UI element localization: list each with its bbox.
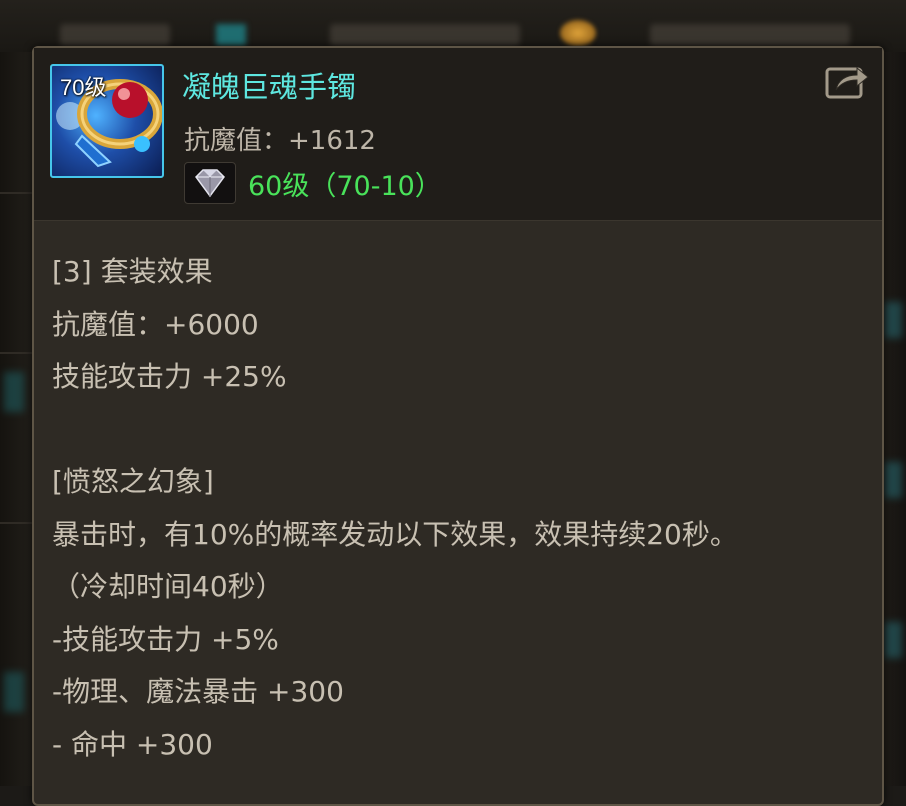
background-currency-blur bbox=[330, 24, 520, 46]
diamond-gem-icon bbox=[184, 162, 236, 204]
set-effect-line: 技能攻击力 +25% bbox=[52, 360, 287, 393]
background-accent bbox=[884, 302, 902, 338]
item-stat: 抗魔值：+1612 bbox=[184, 126, 376, 156]
share-icon[interactable] bbox=[824, 62, 870, 102]
background-divider bbox=[0, 192, 34, 194]
item-name: 凝魄巨魂手镯 bbox=[182, 70, 357, 104]
bracelet-icon[interactable]: 70级 bbox=[50, 64, 164, 178]
skill-line: - 命中 +300 bbox=[52, 727, 213, 761]
skill-line: -技能攻击力 +5% bbox=[52, 622, 279, 656]
background-currency-blur bbox=[60, 24, 170, 46]
background-accent bbox=[4, 372, 24, 412]
background-gold-icon bbox=[560, 20, 596, 46]
tooltip-header: 70级 凝魄巨魂手镯 抗魔值：+1612 60级（70-10） bbox=[34, 48, 882, 221]
set-effect-line: 抗魔值：+6000 bbox=[52, 307, 259, 341]
gem-level: 60级（70-10） bbox=[248, 171, 442, 202]
item-tooltip: 70级 凝魄巨魂手镯 抗魔值：+1612 60级（70-10） [3] 套装效果… bbox=[32, 46, 884, 806]
skill-title: [愤怒之幻象] bbox=[52, 465, 214, 498]
tooltip-body: [3] 套装效果 抗魔值：+6000 技能攻击力 +25% [愤怒之幻象] 暴击… bbox=[52, 246, 864, 771]
background-accent bbox=[4, 672, 24, 712]
skill-line: 暴击时，有10%的概率发动以下效果，效果持续20秒。 bbox=[52, 517, 738, 551]
background-teal-icon bbox=[216, 24, 246, 46]
background-divider bbox=[0, 352, 34, 354]
background-accent bbox=[884, 462, 902, 498]
skill-line: （冷却时间40秒） bbox=[52, 570, 284, 603]
background-accent bbox=[884, 622, 902, 658]
background-divider bbox=[0, 522, 34, 524]
background-top-bar bbox=[0, 0, 906, 52]
set-effect-header: [3] 套装效果 bbox=[52, 255, 213, 288]
skill-line: -物理、魔法暴击 +300 bbox=[52, 675, 344, 708]
background-left-panel bbox=[0, 52, 34, 786]
background-currency-blur bbox=[650, 24, 850, 46]
item-level-badge: 70级 bbox=[60, 75, 107, 100]
